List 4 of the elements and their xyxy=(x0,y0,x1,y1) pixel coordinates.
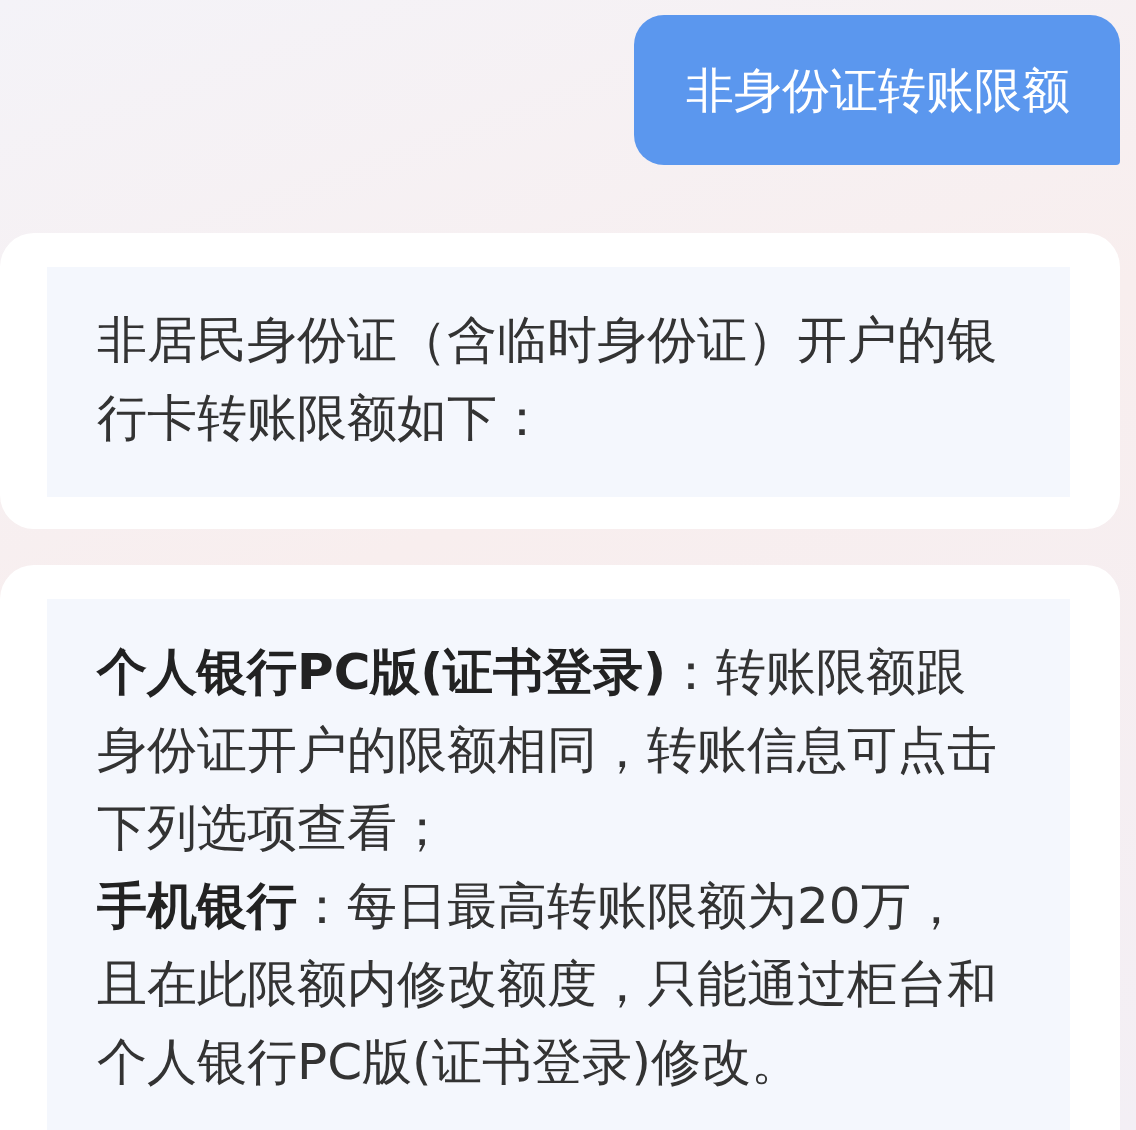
reply-paragraph: 非居民身份证（含临时身份证）开户的银行卡转账限额如下： xyxy=(97,310,998,449)
reply-paragraph: 手机银行：每日最高转账限额为20万，且在此限额内修改额度，只能通过柜台和个人银行PC版(证书登录)修改。 xyxy=(97,876,998,1093)
reply-paragraph: 个人银行PC版(证书登录)：转账限额跟身份证开户的限额相同，转账信息可点击下列选项查看； xyxy=(97,642,998,859)
user-message-bubble: 非身份证转账限额 xyxy=(634,15,1120,165)
